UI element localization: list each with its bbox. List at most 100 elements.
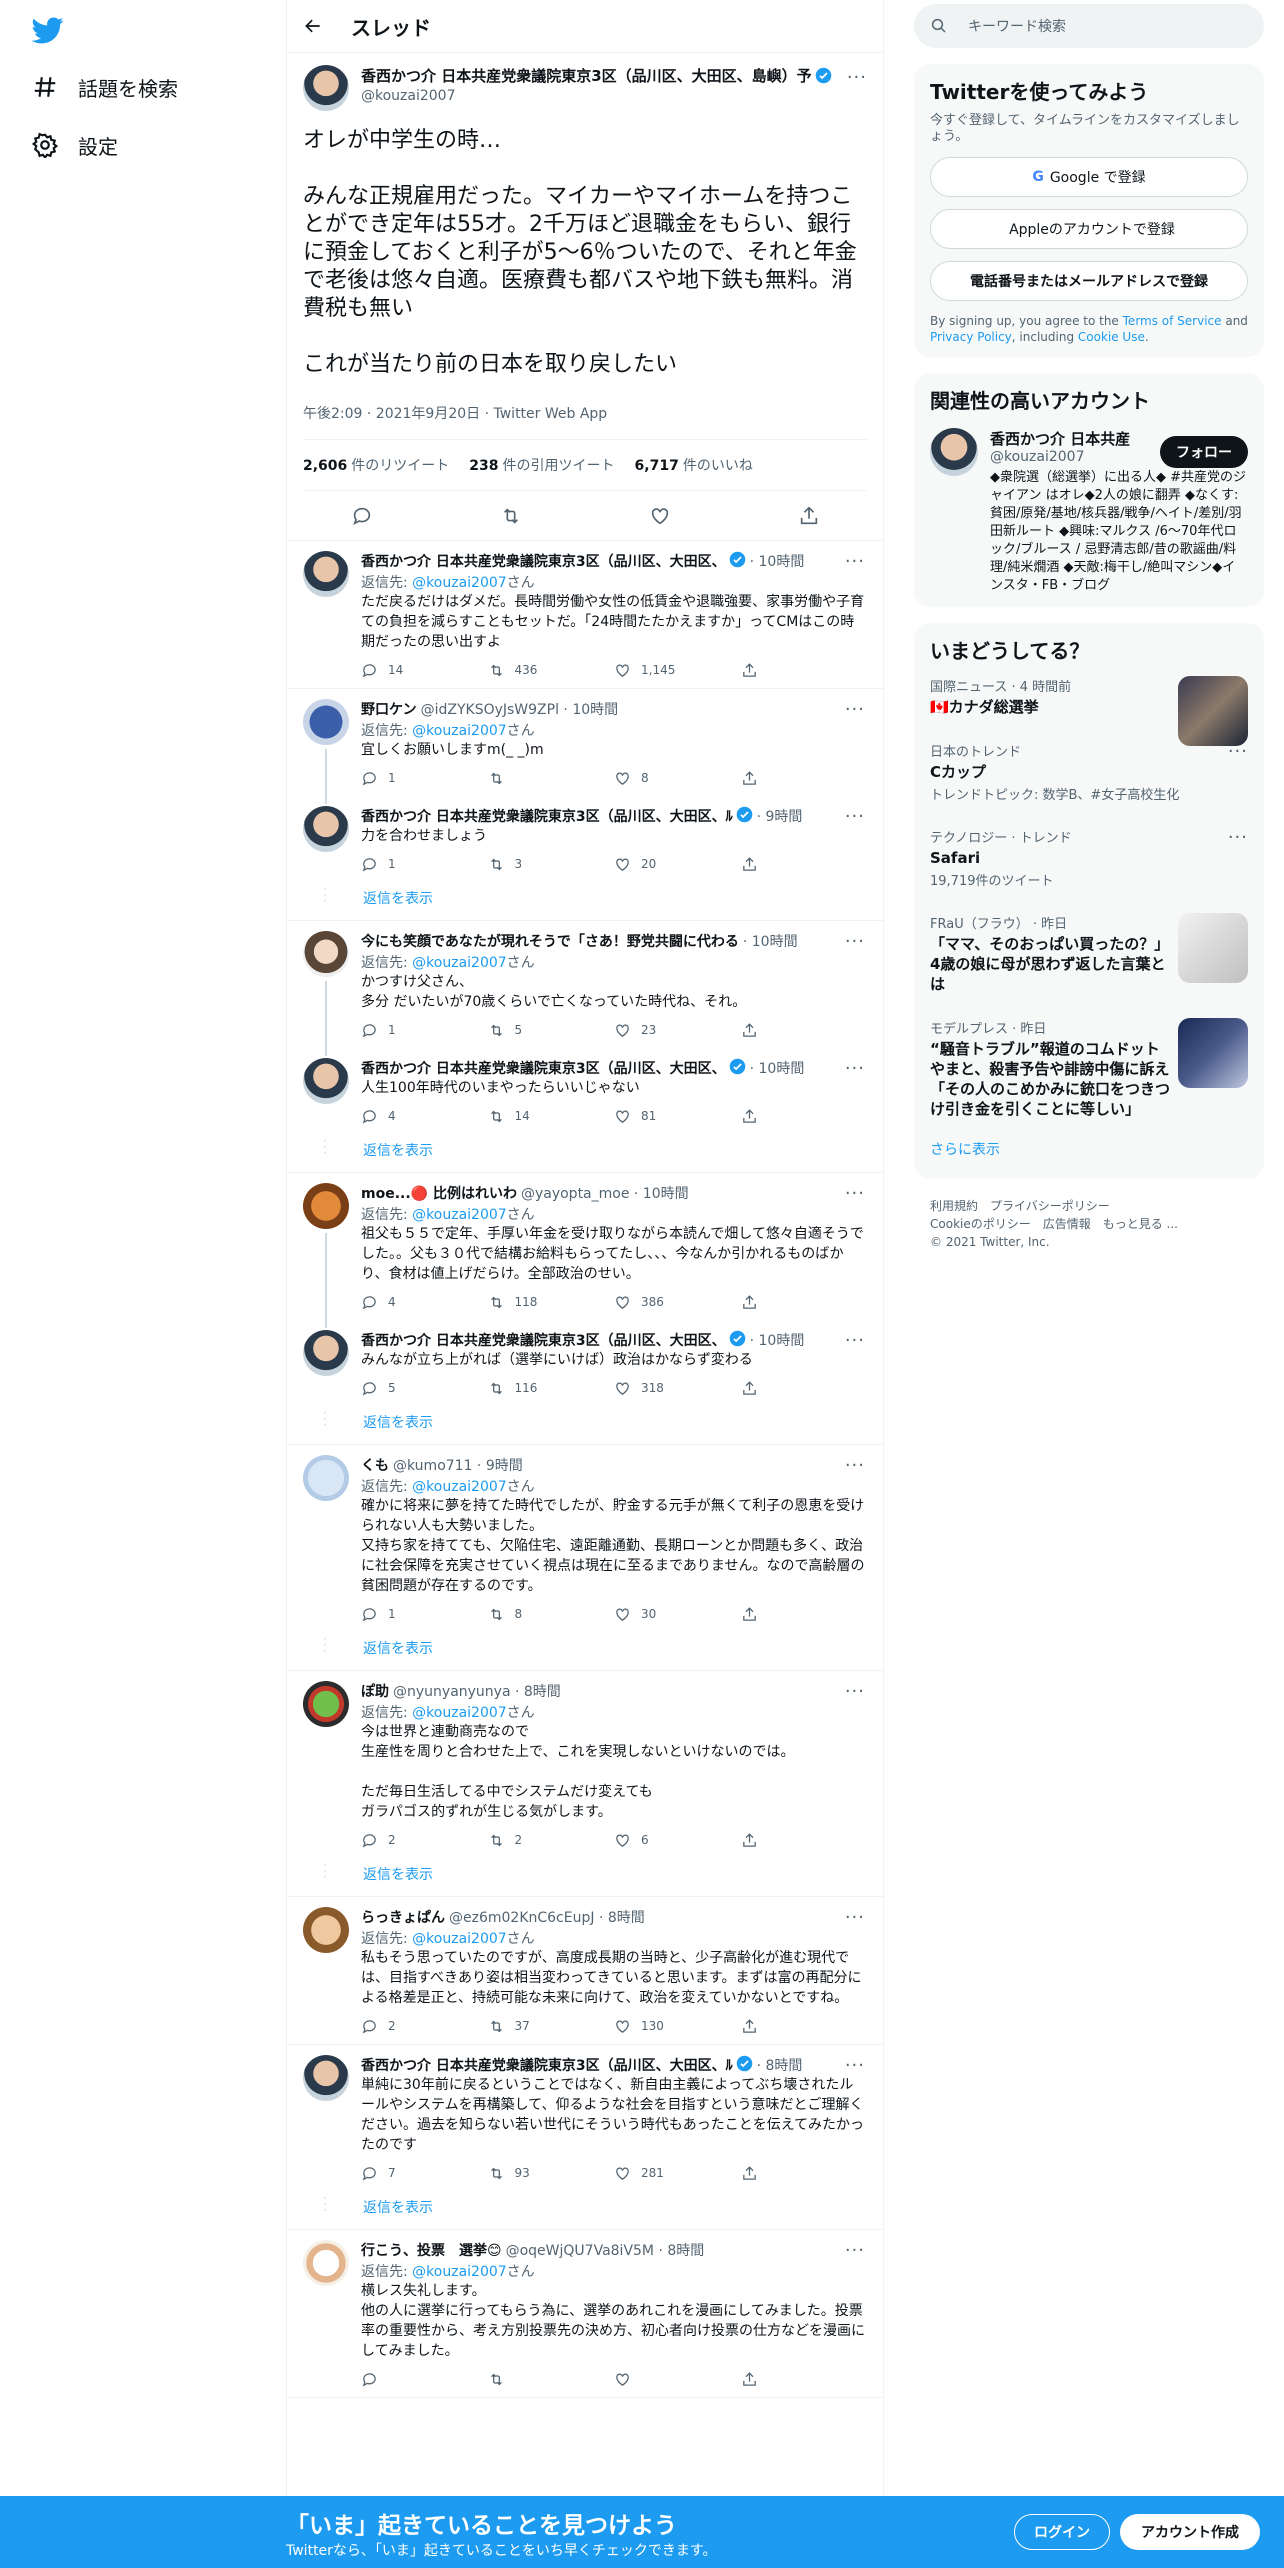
- trend-item[interactable]: 日本のトレンド Cカップ トレンドトピック: 数学B、#女子高校生化 ···: [930, 729, 1248, 815]
- reply-meta[interactable]: · 10時間: [750, 1058, 805, 1078]
- like-button[interactable]: 30: [614, 1606, 741, 1623]
- replying-to-handle[interactable]: @kouzai2007: [412, 2264, 507, 2280]
- author-handle[interactable]: @kouzai2007: [361, 88, 832, 104]
- reply-meta[interactable]: · 10時間: [743, 931, 798, 951]
- login-button[interactable]: ログイン: [1014, 2514, 1110, 2550]
- like-button[interactable]: 130: [614, 2018, 741, 2035]
- avatar[interactable]: [303, 1907, 349, 1953]
- avatar[interactable]: [303, 1183, 349, 1229]
- reply-author-name[interactable]: らっきょぱん: [361, 1907, 445, 1927]
- reply-button[interactable]: 1: [361, 1022, 488, 1039]
- replying-to-handle[interactable]: @kouzai2007: [412, 1207, 507, 1223]
- share-button[interactable]: [741, 770, 868, 787]
- reply-tweet[interactable]: ··· 香西かつ介 日本共産党衆議院東京3区（品川区、大田区、ﾙ · 9時間 力を合わ…: [287, 796, 883, 882]
- quote-count[interactable]: 238 件の引用ツイート: [469, 455, 614, 475]
- avatar[interactable]: [303, 2055, 349, 2101]
- like-button[interactable]: 281: [614, 2165, 741, 2182]
- reply-author-name[interactable]: 香西かつ介 日本共産党衆議院東京3区（品川区、大田区、: [361, 1330, 726, 1350]
- google-signup-button[interactable]: G Google で登録: [930, 157, 1248, 197]
- phone-signup-button[interactable]: 電話番号またはメールアドレスで登録: [930, 261, 1248, 301]
- reply-author-name[interactable]: 香西かつ介 日本共産党衆議院東京3区（品川区、大田区、ﾙ: [361, 806, 733, 826]
- apple-signup-button[interactable]: Appleのアカウントで登録: [930, 209, 1248, 249]
- trend-item[interactable]: テクノロジー · トレンド Safari 19,719件のツイート ···: [930, 815, 1248, 901]
- more-icon[interactable]: ···: [845, 1332, 865, 1350]
- tweet-timestamp[interactable]: 午後2:09 · 2021年9月20日 · Twitter Web App: [303, 403, 867, 423]
- reply-meta[interactable]: @kumo711 · 9時間: [393, 1455, 523, 1475]
- more-icon[interactable]: ···: [845, 701, 865, 719]
- retweet-button[interactable]: [488, 770, 615, 787]
- more-icon[interactable]: ···: [845, 1060, 865, 1078]
- avatar[interactable]: [303, 65, 349, 111]
- more-icon[interactable]: ···: [845, 1457, 865, 1475]
- reply-tweet[interactable]: ··· らっきょぱん @ez6m02KnC6cEupJ · 8時間 返信先: @kou…: [287, 1897, 883, 2045]
- more-icon[interactable]: ···: [845, 1185, 865, 1203]
- share-button[interactable]: [741, 1380, 868, 1397]
- reply-tweet[interactable]: ··· 香西かつ介 日本共産党衆議院東京3区（品川区、大田区、 · 10時間 人生10…: [287, 1048, 883, 1134]
- avatar[interactable]: [303, 931, 349, 977]
- avatar[interactable]: [303, 699, 349, 745]
- reply-author-name[interactable]: 香西かつ介 日本共産党衆議院東京3区（品川区、大田区、: [361, 1058, 726, 1078]
- show-replies-link[interactable]: · · · 返信を表示: [287, 882, 883, 921]
- avatar[interactable]: [303, 551, 349, 597]
- reply-meta[interactable]: @idZYKSOyJsW9ZPl · 10時間: [421, 699, 619, 719]
- share-button[interactable]: [741, 662, 868, 679]
- reply-meta[interactable]: · 10時間: [750, 1330, 805, 1350]
- reply-icon[interactable]: [351, 505, 373, 527]
- like-button[interactable]: 318: [614, 1380, 741, 1397]
- reply-button[interactable]: 5: [361, 1380, 488, 1397]
- reply-tweet[interactable]: ··· 野口ケン @idZYKSOyJsW9ZPl · 10時間 返信先: @kouz…: [287, 689, 883, 796]
- reply-tweet[interactable]: ··· ぽ助 @nyunyanyunya · 8時間 返信先: @kouzai2007…: [287, 1671, 883, 1858]
- more-icon[interactable]: ···: [845, 2057, 865, 2075]
- share-icon[interactable]: [798, 505, 820, 527]
- share-button[interactable]: [741, 2018, 868, 2035]
- more-icon[interactable]: ···: [845, 2242, 865, 2260]
- show-replies-link[interactable]: · · · 返信を表示: [287, 1406, 883, 1445]
- retweet-icon[interactable]: [500, 505, 522, 527]
- reply-button[interactable]: 1: [361, 770, 488, 787]
- reply-tweet[interactable]: ··· 今にも笑顔であなたが現れそうで「さあ！野党共闘に代わる · 10時間 返信先:…: [287, 921, 883, 1048]
- reply-button[interactable]: 1: [361, 856, 488, 873]
- reply-meta[interactable]: · 9時間: [757, 806, 803, 826]
- replying-to-handle[interactable]: @kouzai2007: [412, 955, 507, 971]
- reply-meta[interactable]: @yayopta_moe · 10時間: [521, 1183, 689, 1203]
- retweet-button[interactable]: 5: [488, 1022, 615, 1039]
- privacy-link[interactable]: Privacy Policy: [930, 330, 1012, 344]
- like-button[interactable]: 8: [614, 770, 741, 787]
- reply-button[interactable]: 4: [361, 1294, 488, 1311]
- like-button[interactable]: 81: [614, 1108, 741, 1125]
- retweet-button[interactable]: 436: [488, 662, 615, 679]
- author-name[interactable]: 香西かつ介 日本共産党衆議院東京3区（品川区、大田区、島嶼）予: [361, 67, 812, 85]
- replying-to-handle[interactable]: @kouzai2007: [412, 575, 507, 591]
- retweet-button[interactable]: 2: [488, 1832, 615, 1849]
- trend-item[interactable]: モデルプレス · 昨日 “騒音トラブル”報道のコムドットやまと、殺害予告や誹謗中傷…: [930, 1006, 1248, 1131]
- share-button[interactable]: [741, 856, 868, 873]
- reply-author-name[interactable]: 行こう、投票 選挙😊: [361, 2240, 502, 2260]
- avatar[interactable]: [303, 1058, 349, 1104]
- reply-author-name[interactable]: 今にも笑顔であなたが現れそうで「さあ！野党共闘に代わる: [361, 931, 739, 951]
- reply-tweet[interactable]: ··· moe...🔴 比例はれいわ @yayopta_moe · 10時間 返信先:…: [287, 1173, 883, 1320]
- create-account-button[interactable]: アカウント作成: [1120, 2514, 1260, 2550]
- reply-button[interactable]: [361, 2371, 488, 2388]
- reply-button[interactable]: 2: [361, 2018, 488, 2035]
- reply-meta[interactable]: · 8時間: [757, 2055, 803, 2075]
- avatar[interactable]: [303, 1455, 349, 1501]
- share-button[interactable]: [741, 1606, 868, 1623]
- reply-tweet[interactable]: ··· くも @kumo711 · 9時間 返信先: @kouzai2007さん 確かに…: [287, 1445, 883, 1632]
- like-count[interactable]: 6,717 件のいいね: [635, 455, 753, 475]
- show-replies-link[interactable]: · · · 返信を表示: [287, 1632, 883, 1671]
- like-button[interactable]: 20: [614, 856, 741, 873]
- more-icon[interactable]: ···: [845, 1909, 865, 1927]
- share-button[interactable]: [741, 1108, 868, 1125]
- reply-button[interactable]: 4: [361, 1108, 488, 1125]
- reply-tweet[interactable]: ··· 香西かつ介 日本共産党衆議院東京3区（品川区、大田区、 · 10時間 返信先:…: [287, 541, 883, 689]
- trend-item[interactable]: FRaU（フラウ） · 昨日 「ママ、そのおっぱい買ったの？」4歳の娘に母が思わず…: [930, 901, 1248, 1006]
- reply-author-name[interactable]: ぽ助: [361, 1681, 389, 1701]
- reply-button[interactable]: 14: [361, 662, 488, 679]
- trend-item[interactable]: 国際ニュース · 4 時間前 🇨🇦カナダ総選挙: [930, 664, 1248, 746]
- more-icon[interactable]: ···: [845, 808, 865, 826]
- twitter-logo-icon[interactable]: [32, 14, 64, 46]
- reply-meta[interactable]: @nyunyanyunya · 8時間: [393, 1681, 561, 1701]
- terms-link[interactable]: Terms of Service: [1123, 314, 1222, 328]
- like-button[interactable]: [614, 2371, 741, 2388]
- back-arrow-icon[interactable]: [303, 16, 323, 36]
